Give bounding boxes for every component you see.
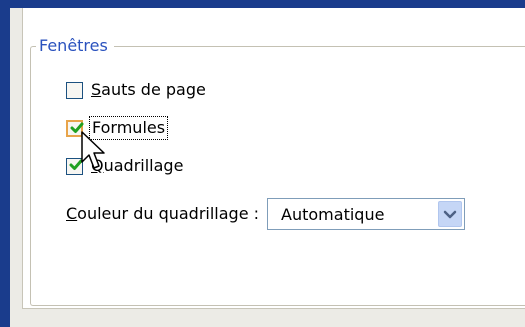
gridline-color-row: Couleur du quadrillage : Automatique [66,196,466,232]
page-breaks-option[interactable]: Sauts de page [66,78,206,102]
page-breaks-label: Sauts de page [91,80,206,99]
gridline-color-select[interactable]: Automatique [267,198,466,230]
chevron-down-icon [443,210,457,219]
mouse-pointer-icon [81,131,105,169]
window-left-border [0,0,10,327]
page-breaks-checkbox[interactable] [66,81,83,99]
dropdown-button[interactable] [438,201,463,227]
gridline-color-value: Automatique [281,205,385,224]
window-top-border [10,0,525,8]
group-title: Fenêtres [36,36,114,56]
gridline-color-label: Couleur du quadrillage : [66,204,260,223]
